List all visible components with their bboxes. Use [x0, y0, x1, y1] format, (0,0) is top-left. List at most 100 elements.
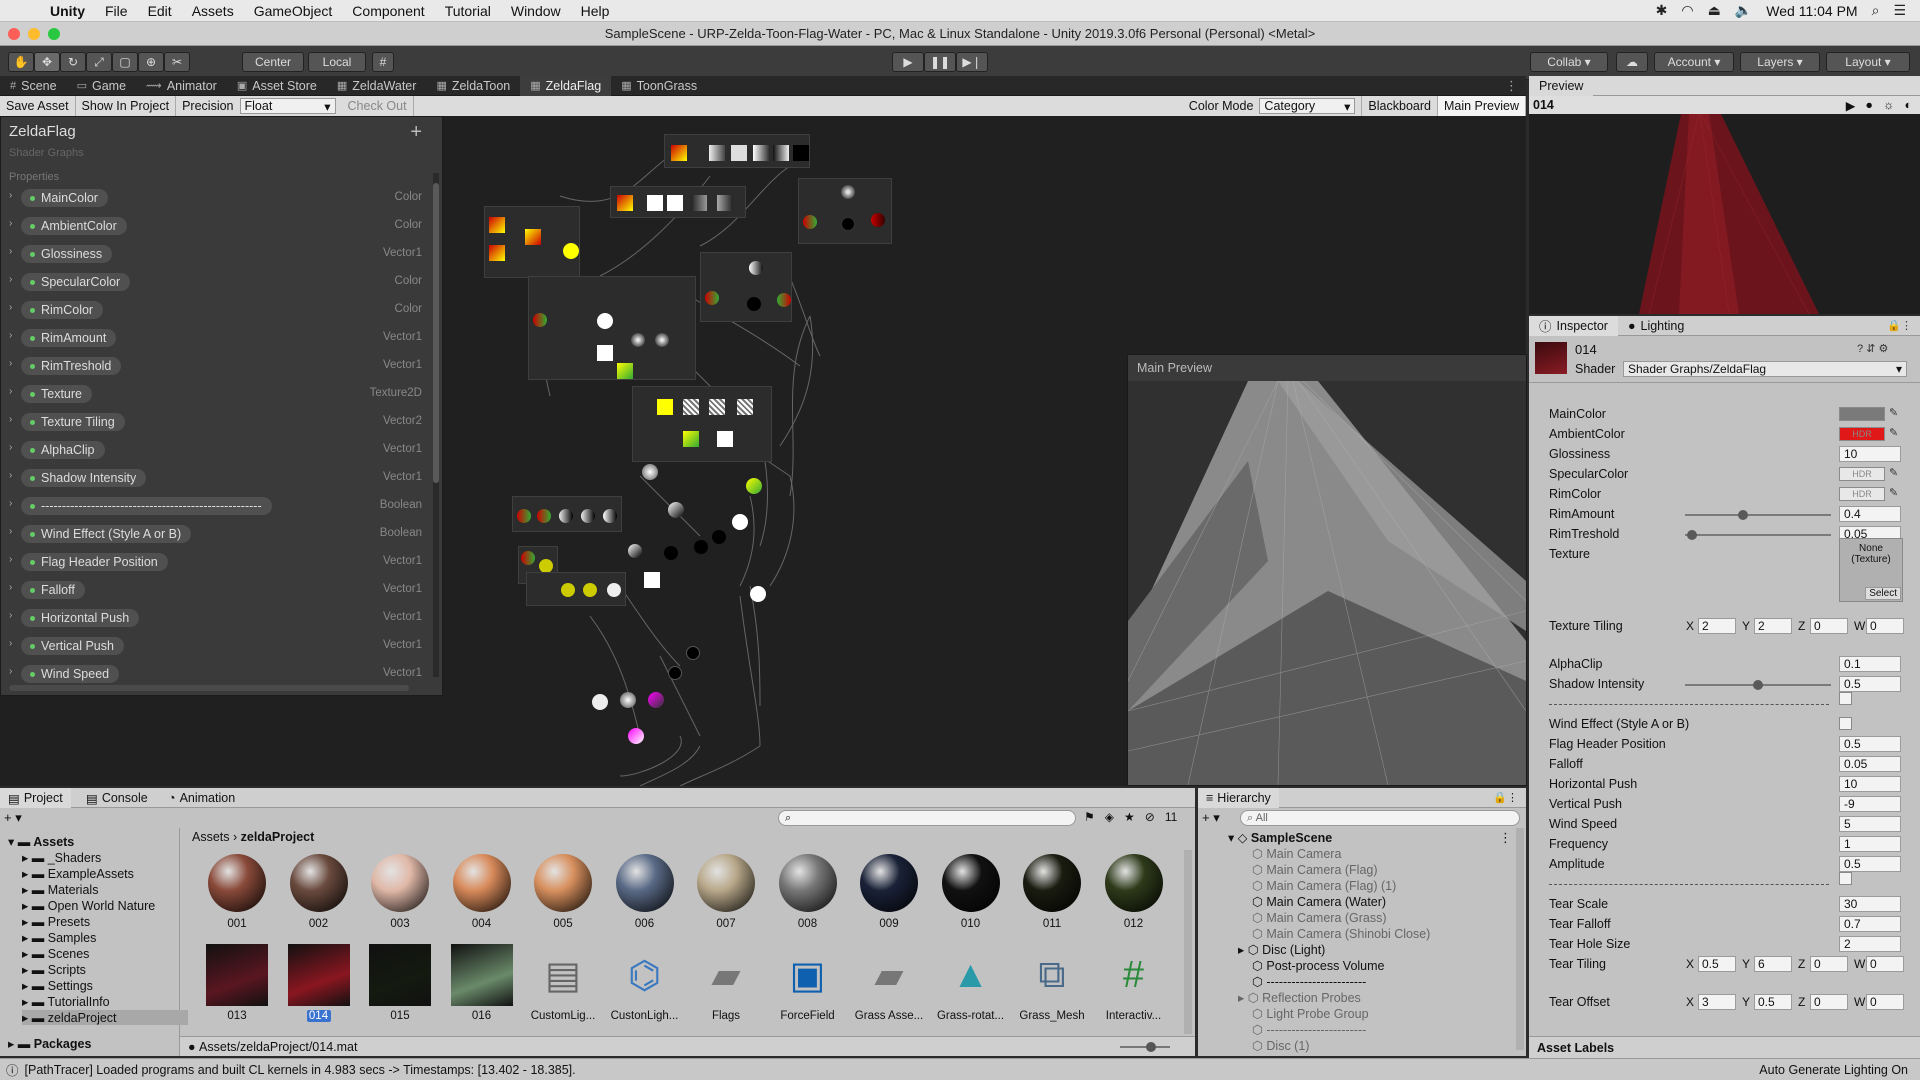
property-pill[interactable]: MainColor	[21, 189, 108, 207]
asset-item[interactable]: 007	[695, 852, 757, 932]
vector-field-y[interactable]: 2	[1754, 618, 1792, 634]
expand-arrow-icon[interactable]: ›	[9, 218, 12, 229]
account-dropdown[interactable]: Account ▾	[1654, 52, 1734, 72]
expand-arrow-icon[interactable]: ›	[9, 274, 12, 285]
texture-select-button[interactable]: Select	[1865, 587, 1901, 600]
value-slider[interactable]	[1685, 680, 1831, 690]
tab-animator[interactable]: ⟿ Animator	[136, 76, 227, 96]
property-row[interactable]: › Falloff Vector1	[1, 579, 426, 601]
property-pill[interactable]: Vertical Push	[21, 637, 124, 655]
property-pill[interactable]: RimColor	[21, 301, 104, 319]
tab-zeldatoon[interactable]: ▦ ZeldaToon	[426, 76, 520, 96]
play-preview-icon[interactable]: ▶	[1846, 98, 1856, 113]
cloud-button[interactable]: ☁	[1616, 52, 1648, 72]
preview-render[interactable]	[1529, 113, 1920, 315]
menu-tutorial[interactable]: Tutorial	[435, 3, 501, 19]
toggle-checkbox[interactable]	[1839, 717, 1852, 730]
tab-inspector[interactable]: ⓘ Inspector	[1529, 315, 1618, 336]
wifi-icon[interactable]: ◠	[1681, 2, 1693, 19]
hierarchy-item[interactable]: ⬡ Main Camera (Flag) (1)	[1252, 878, 1396, 893]
eyedropper-icon[interactable]: ✎	[1889, 466, 1898, 479]
asset-item[interactable]: 005	[532, 852, 594, 932]
vector-field-y[interactable]: 6	[1754, 956, 1792, 972]
property-row[interactable]: › AlphaClip Vector1	[1, 439, 426, 461]
layout-dropdown[interactable]: Layout ▾	[1826, 52, 1910, 72]
value-field[interactable]: 10	[1839, 446, 1901, 462]
close-window-button[interactable]	[8, 28, 20, 40]
property-row[interactable]: › Texture Texture2D	[1, 383, 426, 405]
project-filter-icons[interactable]: ⚑ ◈ ★ ⊘ 11	[1084, 810, 1177, 824]
rotate-tool-button[interactable]: ↻	[60, 52, 86, 72]
minimize-window-button[interactable]	[28, 28, 40, 40]
material-header-icons[interactable]: ? ⇵ ⚙	[1857, 342, 1888, 355]
project-search-input[interactable]: ⌕	[778, 810, 1076, 826]
property-pill[interactable]: AlphaClip	[21, 441, 105, 459]
eyedropper-icon[interactable]: ✎	[1889, 486, 1898, 499]
color-swatch[interactable]: HDR	[1839, 427, 1885, 441]
expand-arrow-icon[interactable]: ›	[9, 190, 12, 201]
folder-tree-item[interactable]: ▸ ▬ Settings	[22, 978, 93, 993]
scene-menu-icon[interactable]: ⋮	[1499, 830, 1512, 846]
graph-node[interactable]	[484, 206, 580, 278]
expand-arrow-icon[interactable]: ▸	[22, 1011, 32, 1025]
color-swatch[interactable]: HDR	[1839, 487, 1885, 501]
vector-field-z[interactable]: 0	[1810, 618, 1848, 634]
expand-arrow-icon[interactable]: ›	[9, 358, 12, 369]
hierarchy-item[interactable]: ⬡ Main Camera	[1252, 846, 1341, 861]
property-pill[interactable]: Horizontal Push	[21, 609, 140, 627]
property-pill[interactable]: ----------------------------------------…	[21, 497, 272, 515]
expand-arrow-icon[interactable]: ▸	[22, 899, 32, 913]
menu-file[interactable]: File	[95, 3, 138, 19]
vector-field-z[interactable]: 0	[1810, 994, 1848, 1010]
value-field[interactable]: 0.7	[1839, 916, 1901, 932]
vector-field-z[interactable]: 0	[1810, 956, 1848, 972]
folder-tree-item[interactable]: ▸ ▬ Presets	[22, 914, 90, 929]
check-out-button[interactable]: Check Out	[342, 96, 414, 116]
expand-arrow-icon[interactable]: ›	[9, 470, 12, 481]
toggle-checkbox[interactable]	[1839, 872, 1852, 885]
value-field[interactable]: 30	[1839, 896, 1901, 912]
tab-lighting[interactable]: ● Lighting	[1618, 316, 1694, 336]
vector-field-x[interactable]: 0.5	[1698, 956, 1736, 972]
property-pill[interactable]: Wind Speed	[21, 665, 120, 683]
hierarchy-search-input[interactable]: ⌕ All	[1240, 810, 1520, 826]
asset-item[interactable]: ▰ Grass Asse...	[855, 944, 923, 1024]
property-pill[interactable]: SpecularColor	[21, 273, 131, 291]
asset-item[interactable]: ▲ Grass-rotat...	[937, 944, 1004, 1024]
graph-node[interactable]	[664, 134, 810, 168]
expand-arrow-icon[interactable]: ›	[9, 638, 12, 649]
asset-grid-scrollbar[interactable]	[1184, 850, 1192, 1034]
tab-game[interactable]: ▭ Game	[67, 76, 136, 96]
expand-arrow-icon[interactable]: ▸	[22, 915, 32, 929]
lock-icon[interactable]: 🔒⋮	[1493, 791, 1518, 804]
asset-item[interactable]: 004	[450, 852, 513, 932]
asset-item[interactable]: 008	[776, 852, 839, 932]
asset-labels-header[interactable]: Asset Labels	[1529, 1036, 1920, 1058]
expand-arrow-icon[interactable]: ›	[9, 666, 12, 677]
hierarchy-item[interactable]: ⬡ Main Camera (Grass)	[1252, 910, 1387, 925]
control-center-icon[interactable]: ☰	[1893, 2, 1906, 19]
custom-tool-button[interactable]: ✂	[164, 52, 190, 72]
graph-node[interactable]	[512, 496, 622, 532]
value-field[interactable]: 0.5	[1839, 856, 1901, 872]
color-swatch[interactable]	[1839, 407, 1885, 421]
tab-scene[interactable]: # Scene	[0, 76, 67, 96]
vector-field-y[interactable]: 0.5	[1754, 994, 1792, 1010]
hierarchy-scrollbar[interactable]	[1516, 828, 1524, 1050]
tab-animation[interactable]: ◔ Animation	[160, 788, 243, 808]
volume-icon[interactable]: 🔈	[1735, 2, 1752, 19]
create-button[interactable]: + ▾	[4, 810, 22, 826]
value-field[interactable]: 5	[1839, 816, 1901, 832]
asset-item[interactable]: 006	[613, 852, 676, 932]
property-row[interactable]: › Wind Effect (Style A or B) Boolean	[1, 523, 426, 545]
expand-arrow-icon[interactable]: ›	[9, 330, 12, 341]
value-field[interactable]: 2	[1839, 936, 1901, 952]
folder-tree-item[interactable]: ▸ ▬ _Shaders	[22, 850, 101, 865]
folder-tree-item[interactable]: ▸ ▬ TutorialInfo	[22, 994, 110, 1009]
zoom-window-button[interactable]	[48, 28, 60, 40]
property-pill[interactable]: RimTreshold	[21, 357, 122, 375]
hierarchy-item[interactable]: ⬡ Main Camera (Water)	[1252, 894, 1386, 909]
property-pill[interactable]: RimAmount	[21, 329, 117, 347]
collab-dropdown[interactable]: Collab ▾	[1530, 52, 1608, 72]
expand-arrow-icon[interactable]: ▾	[8, 835, 18, 849]
